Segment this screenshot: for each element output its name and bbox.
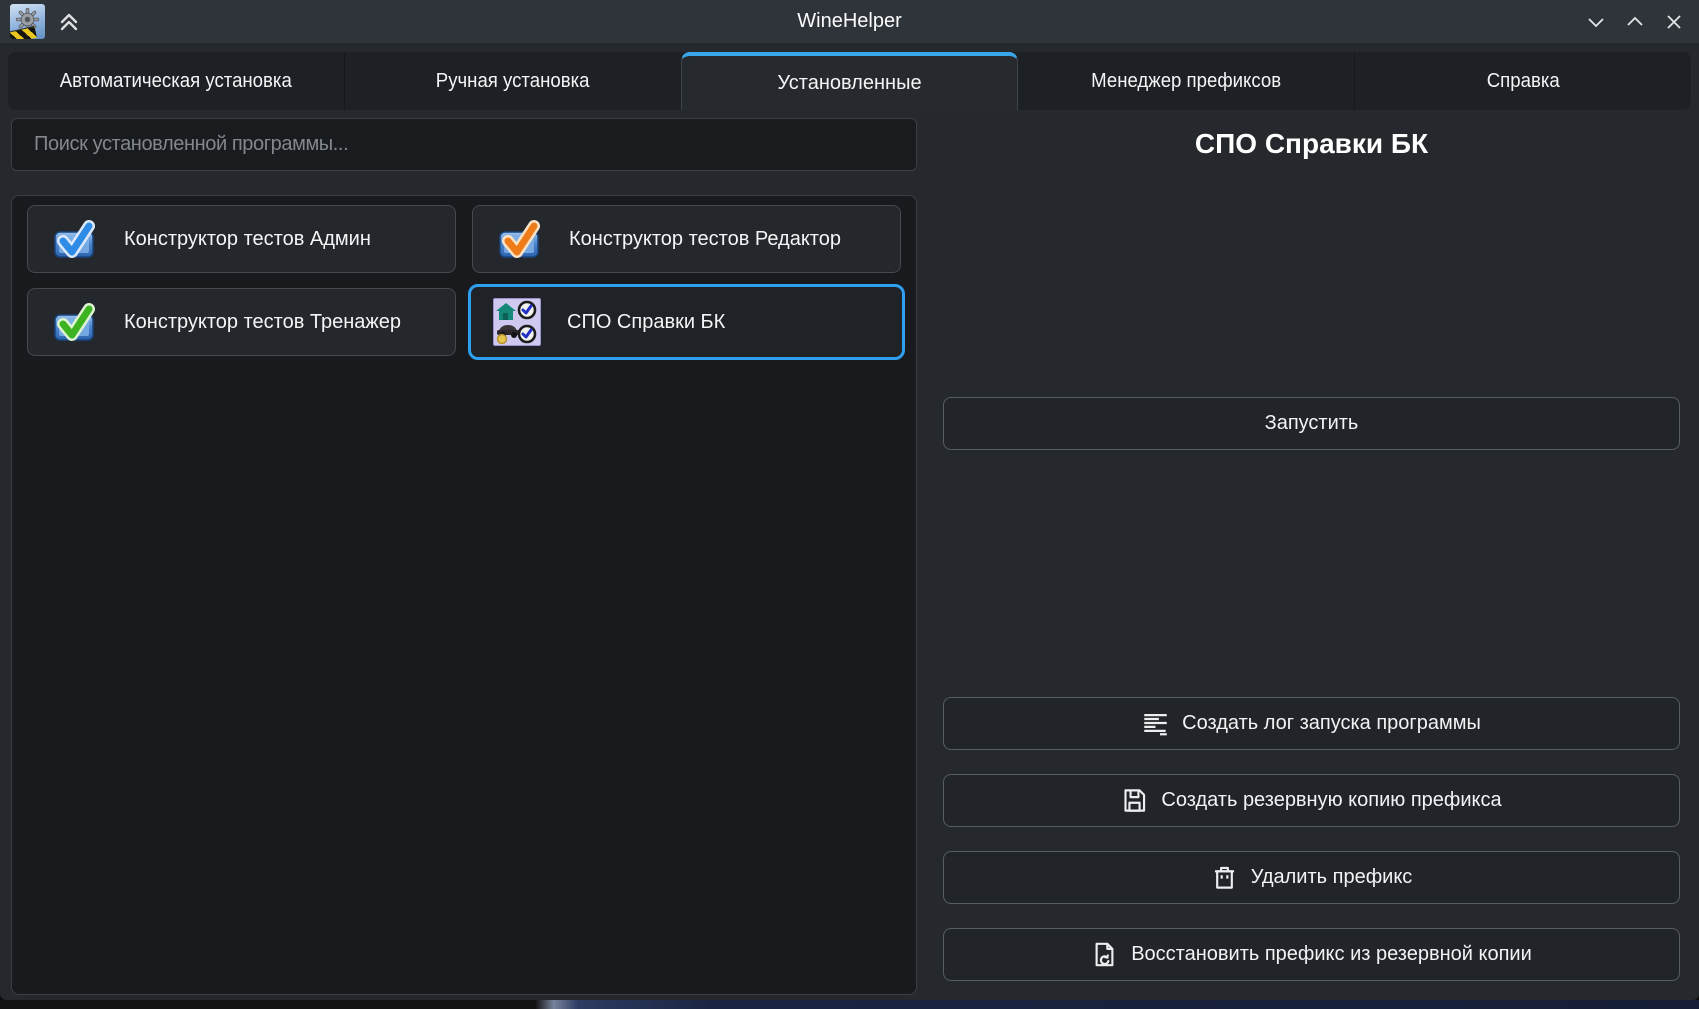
window-controls bbox=[1576, 0, 1693, 43]
tab-label: Автоматическая установка bbox=[60, 70, 292, 93]
save-icon bbox=[1121, 787, 1148, 814]
titlebar[interactable]: WineHelper bbox=[0, 0, 1699, 43]
program-item-trainer[interactable]: Конструктор тестов Тренажер bbox=[27, 288, 456, 356]
tab-auto-install[interactable]: Автоматическая установка bbox=[8, 52, 344, 110]
action-label: Удалить префикс bbox=[1251, 866, 1413, 889]
desktop-strip bbox=[0, 1000, 1699, 1009]
backup-prefix-button[interactable]: Создать резервную копию префикса bbox=[943, 774, 1680, 827]
spo-spravki-tile-icon bbox=[493, 298, 541, 346]
chevron-down-icon bbox=[1585, 11, 1607, 33]
test-check-blue-icon bbox=[50, 215, 98, 263]
close-icon bbox=[1663, 11, 1685, 33]
trash-icon bbox=[1211, 864, 1238, 891]
chevron-up-icon bbox=[1624, 11, 1646, 33]
tab-help[interactable]: Справка bbox=[1354, 52, 1691, 110]
run-button[interactable]: Запустить bbox=[943, 397, 1680, 450]
tab-installed[interactable]: Установленные bbox=[681, 52, 1019, 110]
action-label: Восстановить префикс из резервной копии bbox=[1131, 943, 1532, 966]
test-check-green-icon bbox=[50, 298, 98, 346]
program-label: Конструктор тестов Админ bbox=[124, 228, 371, 251]
restore-prefix-button[interactable]: Восстановить префикс из резервной копии bbox=[943, 928, 1680, 981]
tab-bar: Автоматическая установка Ручная установк… bbox=[8, 52, 1691, 110]
program-item-spo-spravki[interactable]: СПО Справки БК bbox=[468, 284, 905, 360]
action-label: Создать лог запуска программы bbox=[1182, 712, 1481, 735]
program-label: СПО Справки БК bbox=[567, 311, 725, 334]
program-label: Конструктор тестов Редактор bbox=[569, 228, 841, 251]
run-button-label: Запустить bbox=[1265, 412, 1359, 435]
program-label: Конструктор тестов Тренажер bbox=[124, 311, 401, 334]
program-item-admin[interactable]: Конструктор тестов Админ bbox=[27, 205, 456, 273]
log-icon bbox=[1142, 710, 1169, 737]
program-item-editor[interactable]: Конструктор тестов Редактор bbox=[472, 205, 901, 273]
action-label: Создать резервную копию префикса bbox=[1161, 789, 1501, 812]
tab-label: Менеджер префиксов bbox=[1091, 70, 1281, 93]
winehelper-window: WineHelper Автоматическая установка Ручн… bbox=[0, 0, 1699, 1000]
installed-programs-panel: Конструктор тестов Админ Конструктор тес… bbox=[11, 195, 917, 995]
tab-label: Справка bbox=[1487, 70, 1560, 93]
selected-program-title: СПО Справки БК bbox=[943, 128, 1680, 160]
test-check-orange-icon bbox=[495, 215, 543, 263]
create-log-button[interactable]: Создать лог запуска программы bbox=[943, 697, 1680, 750]
maximize-button[interactable] bbox=[1615, 4, 1654, 40]
window-title: WineHelper bbox=[0, 0, 1699, 43]
restore-icon bbox=[1091, 941, 1118, 968]
close-button[interactable] bbox=[1654, 4, 1693, 40]
minimize-button[interactable] bbox=[1576, 4, 1615, 40]
search-input[interactable] bbox=[11, 118, 917, 171]
tab-manual-install[interactable]: Ручная установка bbox=[344, 52, 681, 110]
tab-label: Установленные bbox=[777, 72, 921, 95]
tab-prefix-manager[interactable]: Менеджер префиксов bbox=[1018, 52, 1354, 110]
tab-label: Ручная установка bbox=[436, 70, 590, 93]
delete-prefix-button[interactable]: Удалить префикс bbox=[943, 851, 1680, 904]
